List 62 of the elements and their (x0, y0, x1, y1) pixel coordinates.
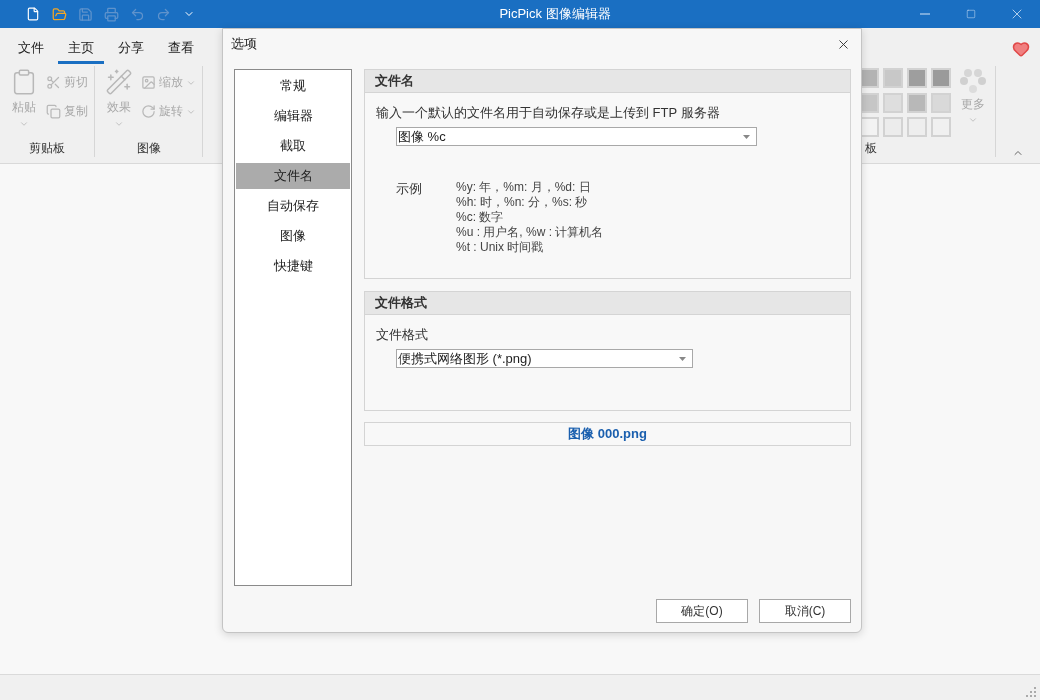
caret-icon (19, 119, 29, 129)
filename-combo[interactable]: 图像 %c (396, 127, 757, 146)
redo-icon (155, 6, 171, 22)
ok-button[interactable]: 确定(O) (656, 599, 748, 623)
copy-icon (46, 104, 61, 119)
style-swatch[interactable] (907, 68, 927, 88)
dialog-title: 选项 (231, 35, 258, 53)
category-item[interactable]: 自动保存 (236, 193, 350, 219)
image-icon (141, 75, 156, 90)
print-icon (103, 6, 119, 22)
group-label: 剪贴板 (28, 140, 66, 157)
ribbon-tab[interactable]: 分享 (108, 32, 154, 64)
caret-icon (114, 119, 124, 129)
minimize-icon (920, 13, 930, 15)
dots-icon (959, 68, 987, 94)
example-line: %c: 数字 (456, 210, 505, 225)
example-line: %h: 时，%n: 分，%s: 秒 (456, 195, 589, 210)
ribbon-tab[interactable]: 查看 (158, 32, 204, 64)
new-file-icon (26, 7, 40, 21)
example-line: %y: 年，%m: 月，%d: 日 (456, 180, 592, 195)
field-label: 输入一个默认的文件名用于自动保存或是上传到 FTP 服务器 (376, 104, 721, 121)
style-swatch[interactable] (931, 92, 951, 113)
resize-grip-icon[interactable] (1026, 687, 1036, 697)
format-combo[interactable]: 便携式网络图形 (*.png) (396, 349, 693, 368)
style-swatch[interactable] (931, 68, 951, 88)
scissors-icon (46, 75, 61, 90)
category-item[interactable]: 图像 (236, 223, 350, 249)
field-label: 文件格式 (376, 326, 429, 343)
style-swatch[interactable] (883, 68, 903, 88)
style-swatch[interactable] (907, 92, 927, 113)
section-title: 文件格式 (375, 294, 427, 312)
category-item[interactable]: 截取 (236, 133, 350, 159)
heart-icon[interactable] (1012, 40, 1030, 58)
ribbon-tab[interactable]: 主页 (58, 32, 104, 64)
undo-icon (129, 6, 145, 22)
wand-icon (105, 68, 133, 96)
examples-label: 示例 (396, 180, 422, 198)
style-swatch[interactable] (907, 117, 927, 138)
category-item[interactable]: 快捷键 (236, 253, 350, 279)
category-item[interactable]: 编辑器 (236, 103, 350, 129)
ribbon-tab[interactable]: 文件 (8, 32, 54, 64)
dropdown-caret-icon (679, 356, 686, 361)
style-swatch[interactable] (883, 117, 903, 138)
caret-icon (968, 115, 978, 125)
style-swatch[interactable] (931, 117, 951, 138)
rotate-icon (141, 104, 156, 119)
maximize-icon (966, 9, 976, 19)
group-label: 板 (864, 140, 878, 157)
dropdown-caret-icon (743, 134, 750, 139)
open-button[interactable] (50, 5, 68, 23)
filename-preview: 图像 000.png (568, 425, 647, 443)
section-title: 文件名 (375, 72, 414, 90)
cancel-button[interactable]: 取消(C) (759, 599, 851, 623)
style-swatch[interactable] (883, 92, 903, 113)
category-item[interactable]: 文件名 (236, 163, 350, 189)
folder-icon (51, 6, 67, 22)
window-title: PicPick 图像编辑器 (498, 5, 612, 23)
category-item[interactable]: 常规 (236, 73, 350, 99)
save-icon (77, 6, 93, 22)
example-line: %u : 用户名, %w : 计算机名 (456, 225, 604, 240)
example-line: %t : Unix 时间戳 (456, 240, 545, 255)
group-label: 图像 (135, 140, 162, 157)
